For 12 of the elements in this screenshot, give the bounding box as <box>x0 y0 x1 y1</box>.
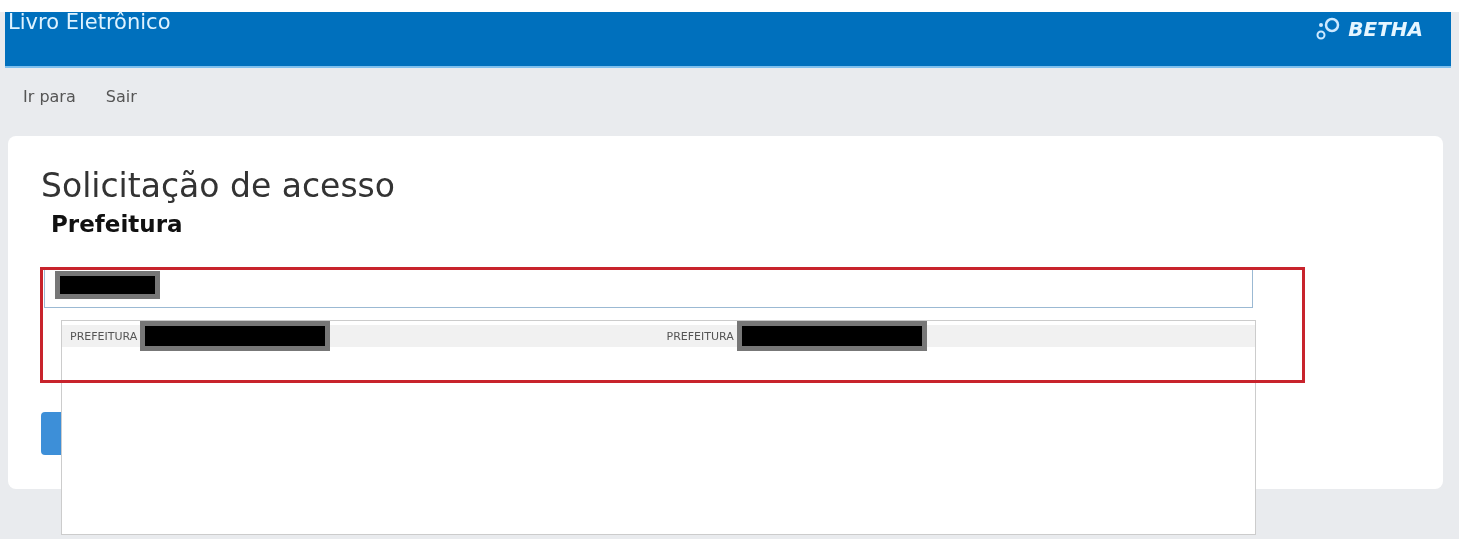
nav-link[interactable]: Ir para <box>23 87 76 123</box>
dropdown-option[interactable]: PREFEITURA <box>658 325 1255 347</box>
app-title: Livro Eletrônico <box>8 10 171 34</box>
dropdown-option[interactable]: PREFEITURA <box>62 325 659 347</box>
nav-link[interactable]: Sair <box>105 87 137 123</box>
option-label: PREFEITURA <box>70 329 138 343</box>
submit-button[interactable] <box>41 412 63 455</box>
page-title: Solicitação de acesso <box>41 166 395 205</box>
logo-text: BETHA <box>1348 17 1423 41</box>
option-label: PREFEITURA <box>666 329 734 343</box>
section-title: Prefeitura <box>51 211 183 237</box>
input-field[interactable] <box>44 269 1253 308</box>
